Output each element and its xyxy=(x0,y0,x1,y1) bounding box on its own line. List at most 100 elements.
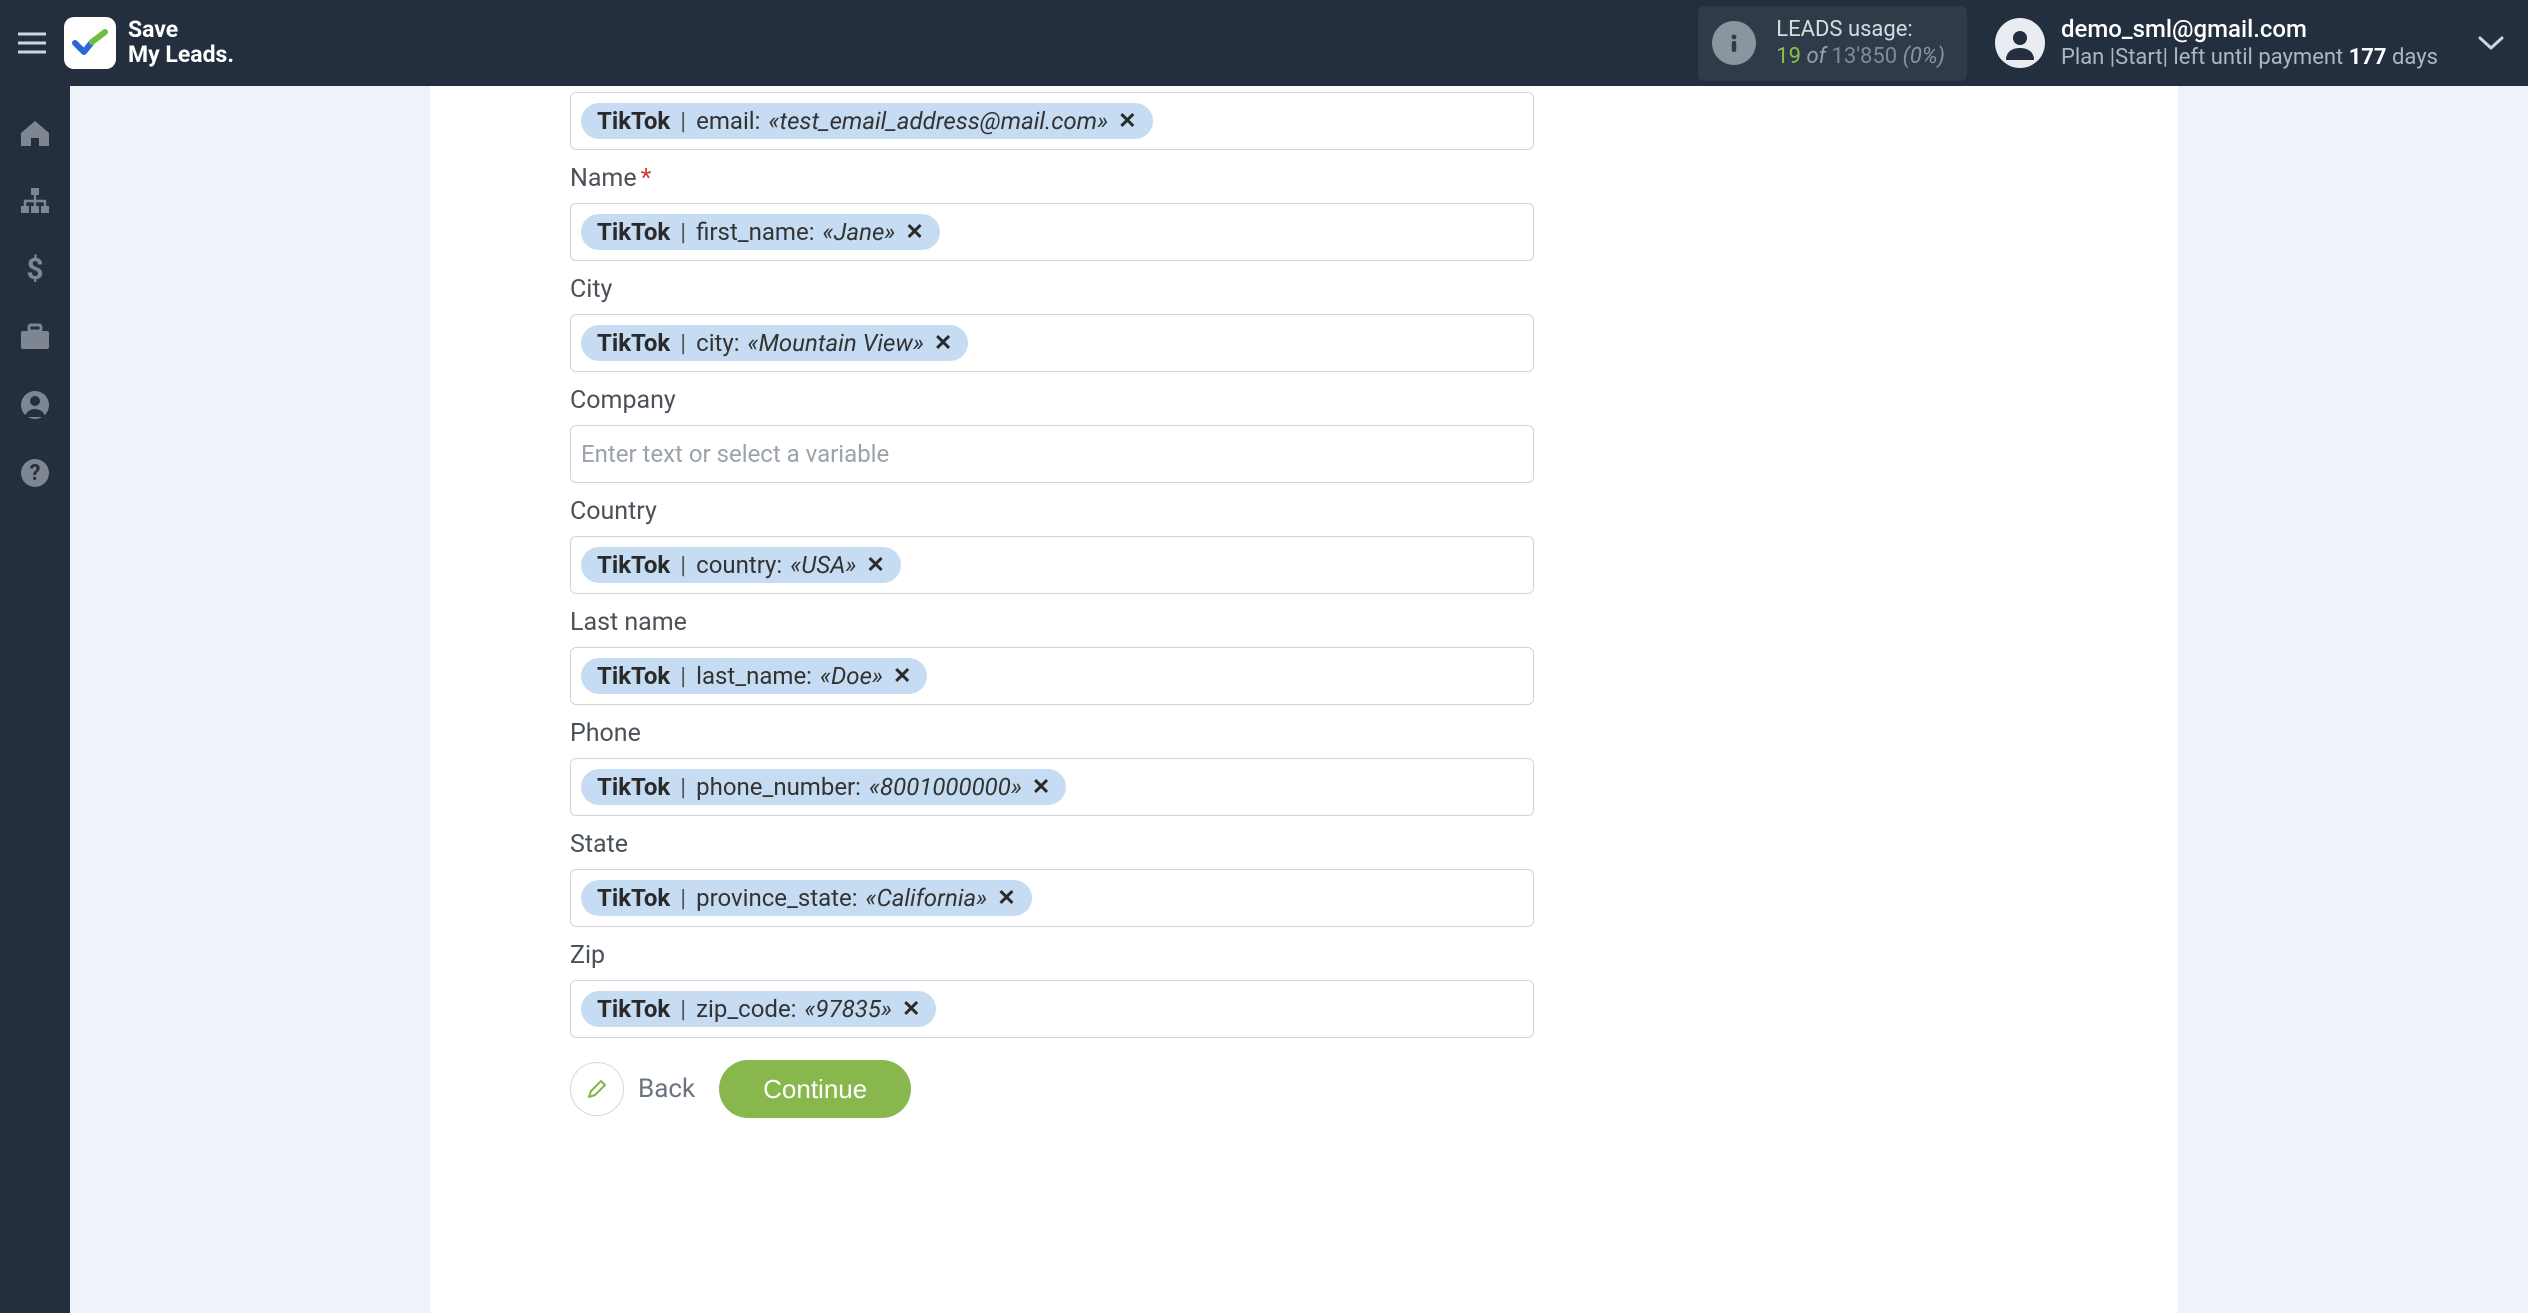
chip-key: phone_number: xyxy=(696,773,861,801)
sidebar-item-account[interactable] xyxy=(12,382,58,428)
variable-chip-country[interactable]: TikTok | country: «USA» ✕ xyxy=(581,547,901,583)
chip-key: last_name: xyxy=(696,662,812,690)
chip-remove-button[interactable]: ✕ xyxy=(932,331,954,356)
chip-value: «97835» xyxy=(805,995,892,1023)
sidebar-item-home[interactable] xyxy=(12,110,58,156)
leads-usage-text: LEADS usage: 19 of 13'850 (0%) xyxy=(1776,16,1945,71)
form-panel: TikTok | email: «test_email_address@mail… xyxy=(430,86,2178,1313)
app-name: Save My Leads. xyxy=(128,18,234,68)
main-area: TikTok | email: «test_email_address@mail… xyxy=(70,86,2528,1313)
field-input-name[interactable]: TikTok | first_name: «Jane» ✕ xyxy=(570,203,1534,261)
user-avatar-icon xyxy=(1995,18,2045,68)
chip-remove-button[interactable]: ✕ xyxy=(900,997,922,1022)
variable-chip-name[interactable]: TikTok | first_name: «Jane» ✕ xyxy=(581,214,940,250)
chip-value: «California» xyxy=(866,884,988,912)
field-country: CountryTikTok | country: «USA» ✕ xyxy=(570,497,1534,594)
briefcase-icon xyxy=(19,323,51,351)
chip-key: province_state: xyxy=(696,884,857,912)
chip-remove-button[interactable]: ✕ xyxy=(1116,109,1138,134)
chip-value: «Doe» xyxy=(820,662,883,690)
leads-usage-label: LEADS usage: xyxy=(1776,16,1945,44)
svg-text:$: $ xyxy=(26,253,43,285)
chip-remove-button[interactable]: ✕ xyxy=(995,886,1017,911)
home-icon xyxy=(19,118,51,148)
back-button[interactable]: Back xyxy=(570,1062,695,1116)
field-input-company[interactable]: Enter text or select a variable xyxy=(570,425,1534,483)
sidebar-item-connections[interactable] xyxy=(12,178,58,224)
field-input-country[interactable]: TikTok | country: «USA» ✕ xyxy=(570,536,1534,594)
chip-key: country: xyxy=(696,551,782,579)
variable-chip-city[interactable]: TikTok | city: «Mountain View» ✕ xyxy=(581,325,968,361)
chip-source: TikTok xyxy=(597,773,670,801)
chip-source: TikTok xyxy=(597,218,670,246)
form-actions: Back Continue xyxy=(570,1060,1534,1118)
chip-remove-button[interactable]: ✕ xyxy=(864,553,886,578)
field-input-lastname[interactable]: TikTok | last_name: «Doe» ✕ xyxy=(570,647,1534,705)
field-input-zip[interactable]: TikTok | zip_code: «97835» ✕ xyxy=(570,980,1534,1038)
leads-usage-box[interactable]: LEADS usage: 19 of 13'850 (0%) xyxy=(1698,6,1967,81)
chip-remove-button[interactable]: ✕ xyxy=(891,664,913,689)
field-lastname: Last name TikTok | last_name: «Doe» ✕ xyxy=(570,608,1534,705)
dollar-icon: $ xyxy=(25,253,45,285)
field-city: City TikTok | city: «Mountain View» ✕ xyxy=(570,275,1534,372)
field-label-lastname: Last name xyxy=(570,608,1534,637)
chip-remove-button[interactable]: ✕ xyxy=(1030,775,1052,800)
chip-value: «Mountain View» xyxy=(748,329,924,357)
field-mapping-form: TikTok | email: «test_email_address@mail… xyxy=(570,92,1534,1118)
field-email: TikTok | email: «test_email_address@mail… xyxy=(570,92,1534,150)
logo-badge xyxy=(64,17,116,69)
field-label-phone: Phone xyxy=(570,719,1534,748)
field-input-state[interactable]: TikTok | province_state: «California» ✕ xyxy=(570,869,1534,927)
checkmark-icon xyxy=(72,29,108,57)
variable-chip-state[interactable]: TikTok | province_state: «California» ✕ xyxy=(581,880,1032,916)
header-right: LEADS usage: 19 of 13'850 (0%) demo_sml@… xyxy=(1698,6,2504,81)
field-input-city[interactable]: TikTok | city: «Mountain View» ✕ xyxy=(570,314,1534,372)
sitemap-icon xyxy=(19,186,51,216)
field-input-phone[interactable]: TikTok | phone_number: «8001000000» ✕ xyxy=(570,758,1534,816)
required-asterisk: * xyxy=(641,164,652,193)
app-header: Save My Leads. LEADS usage: 19 of 13'850… xyxy=(0,0,2528,86)
user-plan: Plan |Start| left until payment 177 days xyxy=(2061,44,2438,72)
hamburger-icon xyxy=(18,32,46,54)
field-state: State TikTok | province_state: «Californi… xyxy=(570,830,1534,927)
user-email: demo_sml@gmail.com xyxy=(2061,14,2438,44)
chip-key: city: xyxy=(696,329,739,357)
chip-remove-button[interactable]: ✕ xyxy=(903,220,925,245)
field-label-company: Company xyxy=(570,386,1534,415)
account-dropdown-button[interactable] xyxy=(2478,35,2504,51)
chip-source: TikTok xyxy=(597,107,670,135)
field-label-city: City xyxy=(570,275,1534,304)
field-phone: Phone TikTok | phone_number: «8001000000»… xyxy=(570,719,1534,816)
chip-key: zip_code: xyxy=(696,995,796,1023)
user-circle-icon xyxy=(20,390,50,420)
leads-usage-values: 19 of 13'850 (0%) xyxy=(1776,43,1945,71)
field-label-state: State xyxy=(570,830,1534,859)
chip-value: «test_email_address@mail.com» xyxy=(768,107,1108,135)
field-name: Name*TikTok | first_name: «Jane» ✕ xyxy=(570,164,1534,261)
pencil-icon xyxy=(570,1062,624,1116)
variable-chip-phone[interactable]: TikTok | phone_number: «8001000000» ✕ xyxy=(581,769,1066,805)
chip-source: TikTok xyxy=(597,329,670,357)
field-zip: ZipTikTok | zip_code: «97835» ✕ xyxy=(570,941,1534,1038)
variable-chip-lastname[interactable]: TikTok | last_name: «Doe» ✕ xyxy=(581,658,927,694)
chip-key: email: xyxy=(696,107,760,135)
field-company: Company Enter text or select a variable xyxy=(570,386,1534,483)
sidebar: $ ? xyxy=(0,86,70,1313)
chevron-down-icon xyxy=(2478,35,2504,51)
continue-button[interactable]: Continue xyxy=(719,1060,911,1118)
app-logo[interactable]: Save My Leads. xyxy=(64,17,234,69)
chip-key: first_name: xyxy=(696,218,814,246)
variable-chip-email[interactable]: TikTok | email: «test_email_address@mail… xyxy=(581,103,1153,139)
chip-source: TikTok xyxy=(597,884,670,912)
sidebar-item-billing[interactable]: $ xyxy=(12,246,58,292)
sidebar-item-help[interactable]: ? xyxy=(12,450,58,496)
back-button-label: Back xyxy=(638,1074,695,1104)
field-input-email[interactable]: TikTok | email: «test_email_address@mail… xyxy=(570,92,1534,150)
info-icon xyxy=(1712,21,1756,65)
help-icon: ? xyxy=(20,458,50,488)
user-account-box[interactable]: demo_sml@gmail.com Plan |Start| left unt… xyxy=(1995,14,2438,72)
menu-toggle-button[interactable] xyxy=(12,23,52,63)
sidebar-item-jobs[interactable] xyxy=(12,314,58,360)
user-text: demo_sml@gmail.com Plan |Start| left unt… xyxy=(2061,14,2438,72)
variable-chip-zip[interactable]: TikTok | zip_code: «97835» ✕ xyxy=(581,991,936,1027)
